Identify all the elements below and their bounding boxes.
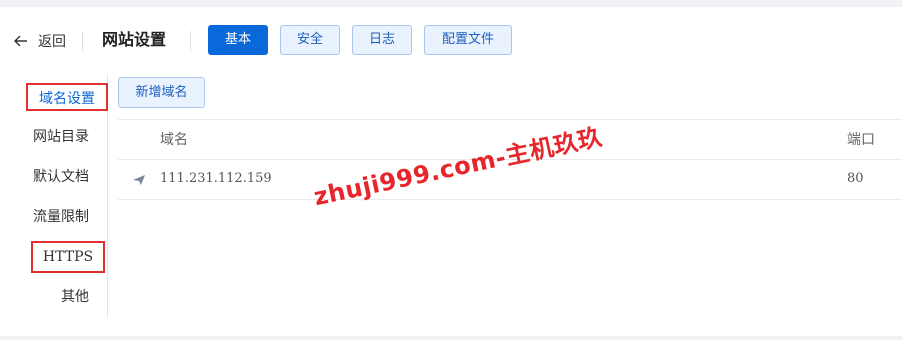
send-icon <box>133 175 145 185</box>
sidebar-item-site-directory[interactable]: 网站目录 <box>26 123 96 151</box>
table-top-border <box>118 119 902 120</box>
sidebar-item-https[interactable]: HTTPS <box>31 241 105 273</box>
table-cell-port: 80 <box>847 171 864 186</box>
divider <box>190 31 191 51</box>
back-label: 返回 <box>38 34 66 50</box>
arrow-left-icon <box>14 35 27 47</box>
tab-security[interactable]: 安全 <box>280 25 340 55</box>
back-button[interactable]: 返回 <box>14 31 66 51</box>
table-row-border <box>118 199 902 200</box>
column-header-port: 端口 <box>847 132 875 148</box>
tab-basic[interactable]: 基本 <box>208 25 268 55</box>
table-cell-domain: 111.231.112.159 <box>160 171 272 186</box>
sidebar-item-other[interactable]: 其他 <box>54 283 96 311</box>
sidebar-item-default-document[interactable]: 默认文档 <box>26 163 96 191</box>
sidebar-item-domain-settings[interactable]: 域名设置 <box>26 83 108 111</box>
tab-config-file[interactable]: 配置文件 <box>424 25 512 55</box>
divider <box>82 31 83 51</box>
page-title: 网站设置 <box>102 30 167 49</box>
column-header-domain: 域名 <box>160 132 188 148</box>
add-domain-button[interactable]: 新增域名 <box>118 77 205 108</box>
sidebar-item-traffic-limit[interactable]: 流量限制 <box>26 203 96 231</box>
tab-logs[interactable]: 日志 <box>352 25 412 55</box>
